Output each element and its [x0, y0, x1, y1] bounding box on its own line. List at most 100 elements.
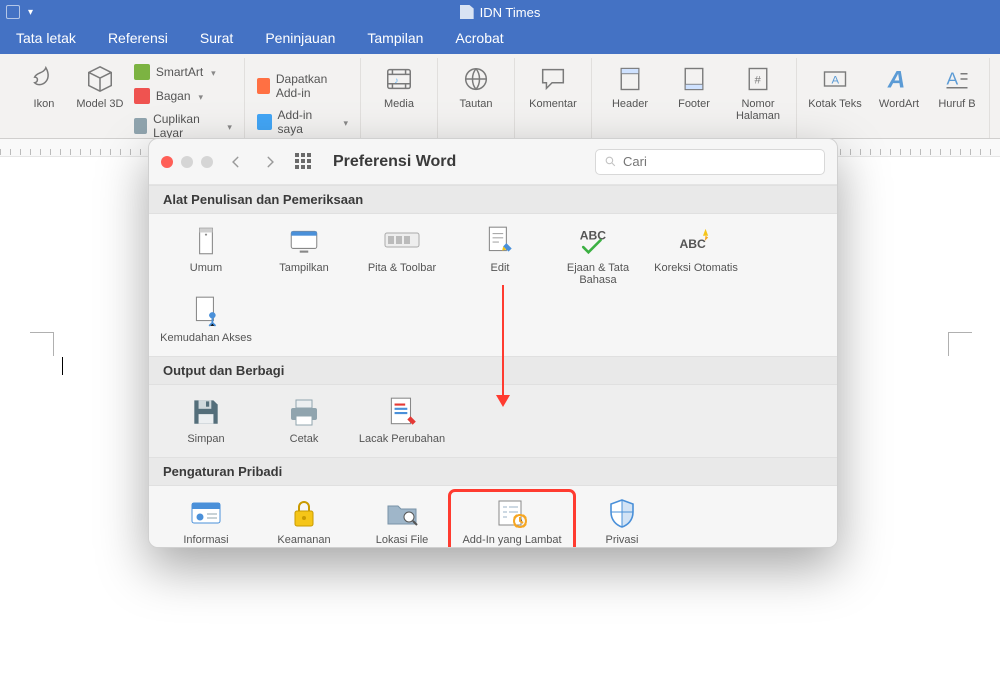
group-text: A Kotak Teks A WordArt A Huruf B: [797, 58, 990, 138]
group-illustrations: Ikon Model 3D SmartArt Bagan Cuplikan La…: [10, 58, 245, 138]
pref-track-changes[interactable]: Lacak Perubahan: [355, 393, 449, 447]
get-addin-button[interactable]: Dapatkan Add-in: [253, 70, 352, 102]
ribbon: Ikon Model 3D SmartArt Bagan Cuplikan La…: [0, 54, 1000, 139]
model3d-label: Model 3D: [76, 98, 123, 110]
media-button[interactable]: ♪ Media: [369, 60, 429, 110]
svg-text:ABC: ABC: [580, 228, 607, 242]
komentar-button[interactable]: Komentar: [523, 60, 583, 110]
spelling-icon: ABC: [578, 224, 618, 258]
document-icon: [460, 5, 474, 19]
header-label: Header: [612, 98, 648, 110]
back-button[interactable]: [225, 151, 247, 173]
text-cursor: [62, 357, 63, 375]
pref-ribbon-toolbar[interactable]: Pita & Toolbar: [355, 222, 449, 288]
zoom-button[interactable]: [201, 156, 213, 168]
smartart-button[interactable]: SmartArt: [130, 62, 236, 82]
svg-text:A: A: [947, 68, 959, 88]
wordart-label: WordArt: [879, 98, 919, 110]
user-info-icon: [186, 496, 226, 530]
tab-surat[interactable]: Surat: [200, 30, 233, 46]
screenshot-button[interactable]: Cuplikan Layar: [130, 110, 236, 139]
qat-caret-icon[interactable]: ▾: [28, 7, 33, 18]
addin-manage-icon: [492, 496, 532, 530]
forward-button[interactable]: [259, 151, 281, 173]
toolbar-icon: [382, 224, 422, 258]
page-number-label: Nomor Halaman: [728, 98, 788, 122]
tab-acrobat[interactable]: Acrobat: [455, 30, 503, 46]
icons-label: Ikon: [34, 98, 55, 110]
app-titlebar: ▾ IDN Times: [0, 0, 1000, 24]
search-input[interactable]: [623, 154, 816, 169]
folder-search-icon: [382, 496, 422, 530]
my-addin-button[interactable]: Add-in saya: [253, 106, 352, 138]
page-number-button[interactable]: # Nomor Halaman: [728, 60, 788, 122]
camera-icon: [134, 118, 147, 134]
icons-button[interactable]: Ikon: [18, 60, 70, 110]
film-icon: ♪: [384, 64, 414, 94]
model3d-button[interactable]: Model 3D: [74, 60, 126, 110]
footer-label: Footer: [678, 98, 710, 110]
link-icon: [461, 64, 491, 94]
pref-accessibility[interactable]: Kemudahan Akses: [159, 292, 253, 346]
bagan-button[interactable]: Bagan: [130, 86, 236, 106]
smartart-icon: [134, 64, 150, 80]
pref-user-info[interactable]: Informasi Pengguna: [159, 494, 253, 548]
wordart-icon: A: [884, 64, 914, 94]
cube-icon: [85, 64, 115, 94]
minimize-button[interactable]: [181, 156, 193, 168]
autocorrect-icon: ABC: [676, 224, 716, 258]
pref-save[interactable]: Simpan: [159, 393, 253, 447]
save-icon: [186, 395, 226, 429]
ribbon-tab-strip: Tata letak Referensi Surat Peninjauan Ta…: [0, 24, 1000, 54]
grid-icon: [295, 153, 313, 171]
section-personal-heading: Pengaturan Pribadi: [149, 457, 837, 486]
pref-autocorrect[interactable]: ABC Koreksi Otomatis: [649, 222, 743, 288]
svg-text:A: A: [887, 66, 906, 93]
footer-button[interactable]: Footer: [664, 60, 724, 110]
page-margin-corner: [30, 332, 54, 356]
dropcap-button[interactable]: A Huruf B: [933, 60, 981, 110]
pref-privacy[interactable]: Privasi: [575, 494, 669, 548]
search-field[interactable]: [595, 149, 825, 175]
wordart-button[interactable]: A WordArt: [869, 60, 929, 110]
window-controls: [161, 156, 213, 168]
pref-edit[interactable]: Edit: [453, 222, 547, 288]
dialog-title: Preferensi Word: [333, 153, 456, 171]
group-links: Tautan: [438, 58, 515, 138]
general-icon: [186, 224, 226, 258]
close-button[interactable]: [161, 156, 173, 168]
tab-referensi[interactable]: Referensi: [108, 30, 168, 46]
pref-slow-disabled-addins[interactable]: Add-In yang Lambat dan Nonaktif: [453, 494, 571, 548]
section-output: Simpan Cetak Lacak Perubahan: [149, 385, 837, 457]
pref-file-locations[interactable]: Lokasi File: [355, 494, 449, 548]
view-icon: [284, 224, 324, 258]
section-authoring-heading: Alat Penulisan dan Pemeriksaan: [149, 185, 837, 214]
show-all-button[interactable]: [293, 151, 315, 173]
svg-text:#: #: [755, 74, 762, 86]
pref-security[interactable]: Keamanan: [257, 494, 351, 548]
chart-icon: [134, 88, 150, 104]
section-authoring: Umum Tampilkan Pita & Toolbar Edit: [149, 214, 837, 356]
svg-text:A: A: [832, 74, 840, 86]
group-comments: Komentar: [515, 58, 592, 138]
tab-peninjauan[interactable]: Peninjauan: [265, 30, 335, 46]
pref-spelling[interactable]: ABC Ejaan & Tata Bahasa: [551, 222, 645, 288]
tab-tampilan[interactable]: Tampilan: [367, 30, 423, 46]
header-button[interactable]: Header: [600, 60, 660, 110]
pref-general[interactable]: Umum: [159, 222, 253, 288]
section-personal: Informasi Pengguna Keamanan Lokasi File …: [149, 486, 837, 548]
printer-icon: [284, 395, 324, 429]
textbox-button[interactable]: A Kotak Teks: [805, 60, 865, 110]
pref-print[interactable]: Cetak: [257, 393, 351, 447]
lock-icon: [284, 496, 324, 530]
dialog-titlebar: Preferensi Word: [149, 139, 837, 185]
qat-item[interactable]: [6, 5, 20, 19]
pref-view[interactable]: Tampilkan: [257, 222, 351, 288]
comment-icon: [538, 64, 568, 94]
tab-tata-letak[interactable]: Tata letak: [16, 30, 76, 46]
accessibility-icon: [186, 294, 226, 328]
textbox-icon: A: [820, 64, 850, 94]
footer-icon: [679, 64, 709, 94]
textbox-label: Kotak Teks: [808, 98, 862, 110]
tautan-button[interactable]: Tautan: [446, 60, 506, 110]
